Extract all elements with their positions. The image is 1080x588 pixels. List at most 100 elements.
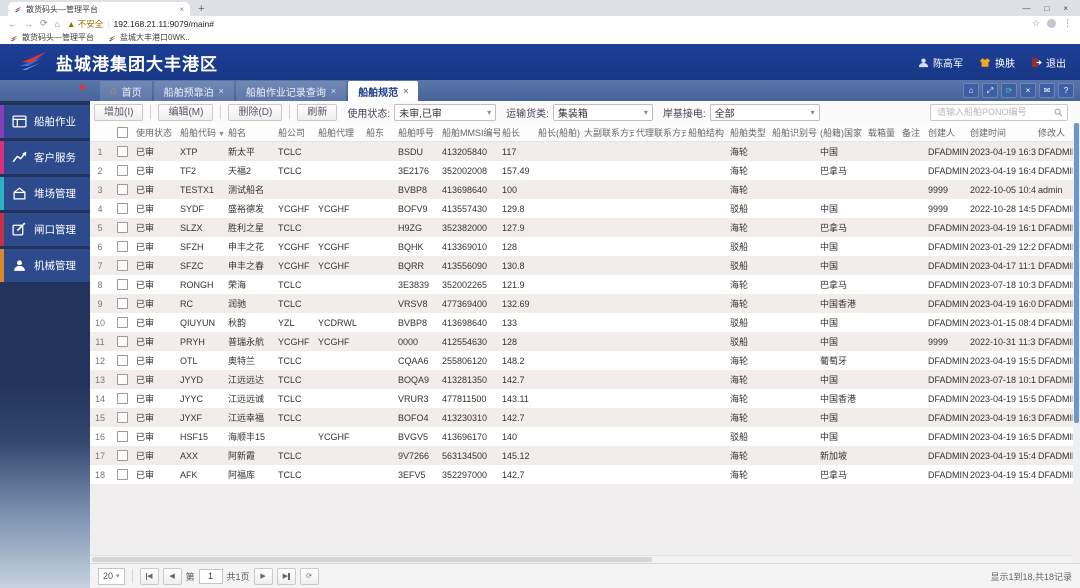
- table-row[interactable]: 15 已审 JYXF 江远幸福 TCLC BOFO4 413230310 142.7 海轮 中国 D…: [90, 408, 1073, 427]
- table-row[interactable]: 9 已审 RC 润驰 TCLC VRSV8 477369400 132.69 海轮 中国香港 DFA…: [90, 294, 1073, 313]
- column-header[interactable]: 代理联系方式: [634, 123, 686, 142]
- toolbar-button-1[interactable]: 增加(I): [94, 103, 144, 121]
- row-checkbox[interactable]: [116, 450, 128, 461]
- avatar[interactable]: [1047, 19, 1056, 28]
- table-row[interactable]: 14 已审 JYYC 江远远诚 TCLC VRUR3 477811500 143.11 海轮 中国…: [90, 389, 1073, 408]
- select-all-checkbox[interactable]: [116, 126, 128, 138]
- row-checkbox[interactable]: [116, 298, 128, 309]
- refresh-icon[interactable]: ⟳: [1001, 83, 1017, 98]
- table-row[interactable]: 1 已审 XTP 新太平 TCLC BSDU 413205840 117 海轮 中国 DFADMIN…: [90, 141, 1073, 161]
- tab-close-icon[interactable]: ×: [219, 86, 224, 96]
- toolbar-button-4[interactable]: 刷新: [297, 103, 338, 121]
- column-header[interactable]: 创建人: [926, 123, 968, 142]
- column-header[interactable]: 船舶代理: [316, 123, 364, 142]
- table-row[interactable]: 4 已审 SYDF 盛裕德发 YCGHF YCGHF BOFV9 413557430 129.8…: [90, 199, 1073, 218]
- bookmark-item[interactable]: 散货码头—管理平台: [10, 32, 94, 43]
- help-icon[interactable]: ?: [1058, 83, 1074, 98]
- fullscreen-icon[interactable]: ⤢: [982, 83, 998, 98]
- forward-icon[interactable]: →: [24, 19, 33, 29]
- row-checkbox[interactable]: [116, 355, 128, 366]
- row-checkbox[interactable]: [116, 336, 128, 347]
- new-tab-button[interactable]: +: [198, 2, 204, 16]
- reload-icon[interactable]: ⟳: [40, 18, 48, 29]
- user-menu[interactable]: 陈高军: [918, 55, 963, 70]
- table-row[interactable]: 17 已审 AXX 阿新霞 TCLC 9V7266 563134500 145.12 海轮 新加坡…: [90, 446, 1073, 465]
- table-row[interactable]: 8 已审 RONGH 荣海 TCLC 3E3839 352002265 121.9 海轮 巴拿马 D…: [90, 275, 1073, 294]
- horizontal-scrollbar-thumb[interactable]: [92, 557, 652, 562]
- first-page-button[interactable]: ◀: [139, 567, 159, 585]
- table-row[interactable]: 5 已审 SLZX 胜利之星 TCLC H9ZG 352382000 127.9 海轮 巴拿马 DF…: [90, 218, 1073, 237]
- search-input[interactable]: [935, 106, 1054, 118]
- filter-select[interactable]: 集装箱 ▾: [552, 103, 653, 121]
- skin-button[interactable]: 换肤: [979, 55, 1015, 70]
- row-checkbox[interactable]: [116, 241, 128, 252]
- table-row[interactable]: 7 已审 SFZC 申丰之春 YCGHF YCGHF BQRR 413556090 130.8 驳…: [90, 256, 1073, 275]
- table-row[interactable]: 12 已审 OTL 奥特兰 TCLC CQAA6 255806120 148.2 海轮 葡萄牙 DF…: [90, 351, 1073, 370]
- filter-select[interactable]: 未审,已审 ▾: [394, 103, 497, 121]
- column-header[interactable]: 船公司: [276, 123, 316, 142]
- prev-page-button[interactable]: ◀: [162, 567, 182, 585]
- mail-icon[interactable]: ✉: [1039, 83, 1055, 98]
- sidebar-item-ship-operations[interactable]: 船舶作业: [0, 105, 90, 138]
- column-header[interactable]: 船长(船舶): [536, 123, 582, 142]
- not-secure-badge[interactable]: ▲ 不安全: [67, 18, 103, 30]
- table-row[interactable]: 2 已审 TF2 天福2 TCLC 3E2176 352002008 157.49 海轮 巴拿马 D…: [90, 161, 1073, 180]
- page-number-input[interactable]: [198, 568, 223, 584]
- sidebar-item-gate-management[interactable]: 闸口管理: [0, 213, 90, 246]
- back-icon[interactable]: ←: [8, 19, 17, 29]
- column-header[interactable]: 使用状态: [134, 123, 178, 142]
- maximize-icon[interactable]: □: [1044, 4, 1049, 13]
- row-checkbox[interactable]: [116, 203, 128, 214]
- table-row[interactable]: 3 已审 TESTX1 测试船名 BVBP8 413698640 100 海轮 9999 2022…: [90, 180, 1073, 199]
- last-page-button[interactable]: ▶: [276, 567, 296, 585]
- column-header[interactable]: (船籍)国家: [818, 123, 866, 142]
- close-icon[interactable]: ×: [1020, 83, 1036, 98]
- home-icon[interactable]: ⌂: [55, 19, 60, 29]
- table-row[interactable]: 10 已审 QIUYUN 秋韵 YZL YCDRWL BVBP8 413698640 133 驳船…: [90, 313, 1073, 332]
- browser-tab-close-icon[interactable]: ×: [179, 5, 184, 14]
- tab-close-icon[interactable]: ×: [331, 86, 336, 96]
- row-checkbox[interactable]: [116, 222, 128, 233]
- tab-close-icon[interactable]: ×: [403, 86, 408, 96]
- home-icon[interactable]: ⌂: [963, 83, 979, 98]
- column-header[interactable]: 船名: [226, 123, 276, 142]
- logout-button[interactable]: 退出: [1031, 55, 1066, 70]
- column-header[interactable]: 船东: [364, 123, 396, 142]
- omnibox[interactable]: ▲ 不安全 | 192.168.21.11:9079/main#: [66, 17, 1025, 30]
- toolbar-button-2[interactable]: 编辑(M): [158, 103, 214, 121]
- sidebar-item-yard-management[interactable]: 堆场管理: [0, 177, 90, 210]
- table-row[interactable]: 16 已审 HSF15 海顺丰15 YCGHF BVGV5 413696170 140 驳船 中国…: [90, 427, 1073, 446]
- row-checkbox[interactable]: [116, 412, 128, 423]
- bookmark-item[interactable]: 盐城大丰港口0WK..: [108, 32, 190, 43]
- row-checkbox[interactable]: [116, 260, 128, 271]
- row-checkbox[interactable]: [116, 374, 128, 385]
- vertical-scrollbar[interactable]: [1073, 123, 1080, 484]
- row-checkbox[interactable]: [116, 165, 128, 176]
- column-header[interactable]: 备注: [900, 123, 926, 142]
- column-header[interactable]: 船舶呼号: [396, 123, 440, 142]
- close-icon[interactable]: ×: [1063, 4, 1068, 13]
- row-checkbox[interactable]: [116, 184, 128, 195]
- search-icon[interactable]: [1054, 108, 1063, 117]
- column-header[interactable]: 大副联系方式: [582, 123, 634, 142]
- row-checkbox[interactable]: [116, 317, 128, 328]
- minimize-icon[interactable]: —: [1022, 4, 1030, 13]
- refresh-page-button[interactable]: ⟳: [299, 567, 319, 585]
- toolbar-button-3[interactable]: 删除(D): [228, 103, 283, 121]
- browser-tab[interactable]: 散货码头—管理平台 ×: [8, 2, 190, 16]
- next-page-button[interactable]: ▶: [253, 567, 273, 585]
- table-row[interactable]: 13 已审 JYYD 江远远达 TCLC BOQA9 413281350 142.7 海轮 中国 D…: [90, 370, 1073, 389]
- column-header[interactable]: 船舶识别号: [770, 123, 818, 142]
- table-row[interactable]: 11 已审 PRYH 普瑞永航 YCGHF YCGHF 0000 412554630 128 驳船…: [90, 332, 1073, 351]
- column-header[interactable]: 船长: [500, 123, 536, 142]
- vertical-scrollbar-thumb[interactable]: [1074, 123, 1079, 423]
- star-icon[interactable]: ☆: [1032, 18, 1040, 29]
- tab-船舶规范[interactable]: 船舶规范 ×: [348, 81, 419, 101]
- row-checkbox[interactable]: [116, 431, 128, 442]
- tab-船舶作业记录查询[interactable]: 船舶作业记录查询 ×: [235, 81, 347, 101]
- column-header[interactable]: 载箱量: [866, 123, 900, 142]
- column-header[interactable]: 船舶类型: [728, 123, 770, 142]
- row-checkbox[interactable]: [116, 393, 128, 404]
- column-header[interactable]: 修改人: [1036, 123, 1073, 142]
- row-checkbox[interactable]: [116, 279, 128, 290]
